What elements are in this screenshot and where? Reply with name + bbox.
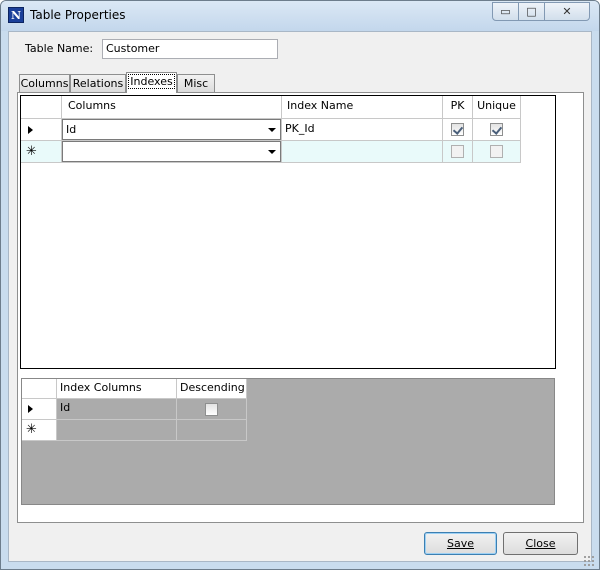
table-name-input[interactable]: Customer bbox=[102, 39, 278, 59]
row-header-corner bbox=[21, 96, 62, 119]
table-cell-unique[interactable] bbox=[473, 141, 521, 163]
column-header-pk[interactable]: PK bbox=[443, 96, 473, 119]
column-header-columns[interactable]: Columns bbox=[62, 96, 282, 119]
current-row-arrow-icon bbox=[28, 405, 33, 413]
save-button-label: Save bbox=[446, 537, 474, 550]
column-header-descending[interactable]: Descending bbox=[177, 379, 247, 399]
close-button-label: Close bbox=[525, 537, 556, 550]
tab-indexes[interactable]: Indexes bbox=[126, 72, 177, 93]
descending-checkbox[interactable] bbox=[205, 403, 218, 416]
table-cell-unique[interactable] bbox=[473, 119, 521, 141]
new-row-icon: ✳ bbox=[26, 144, 37, 159]
table-properties-window: N Table Properties ▭ □ ✕ Table Name: Cus… bbox=[0, 0, 600, 570]
tab-relations[interactable]: Relations bbox=[70, 74, 126, 92]
close-button[interactable]: Close bbox=[503, 532, 578, 555]
table-cell-index-column[interactable] bbox=[57, 420, 177, 441]
unique-checkbox[interactable] bbox=[490, 145, 503, 158]
minimize-button[interactable]: ▭ bbox=[492, 2, 519, 21]
tab-indexes-label: Indexes bbox=[128, 74, 175, 89]
column-header-index-columns[interactable]: Index Columns bbox=[57, 379, 177, 399]
save-button[interactable]: Save bbox=[424, 532, 497, 555]
column-header-index-name[interactable]: Index Name bbox=[282, 96, 443, 119]
row-header-corner bbox=[22, 379, 57, 399]
table-cell-descending[interactable] bbox=[177, 420, 247, 441]
row-header[interactable]: ✳ bbox=[21, 141, 62, 163]
table-cell-pk[interactable] bbox=[443, 141, 473, 163]
dialog-client-area: Table Name: Customer Columns Relations I… bbox=[8, 31, 592, 562]
row-header[interactable] bbox=[22, 399, 57, 420]
title-bar[interactable]: N Table Properties ▭ □ ✕ bbox=[1, 1, 599, 31]
new-row-icon: ✳ bbox=[26, 422, 37, 437]
current-row-arrow-icon bbox=[28, 126, 33, 134]
columns-combobox[interactable]: Id bbox=[62, 119, 281, 140]
maximize-button[interactable]: □ bbox=[518, 2, 545, 21]
table-cell-index-name[interactable] bbox=[282, 141, 443, 163]
pk-checkbox[interactable] bbox=[451, 123, 464, 136]
tab-misc[interactable]: Misc bbox=[177, 74, 215, 92]
table-cell-descending[interactable] bbox=[177, 399, 247, 420]
chevron-down-icon[interactable] bbox=[268, 128, 276, 132]
table-cell-index-name[interactable]: PK_Id bbox=[282, 119, 443, 141]
table-cell-index-column[interactable]: Id bbox=[57, 399, 177, 420]
column-header-unique[interactable]: Unique bbox=[473, 96, 521, 119]
row-header[interactable]: ✳ bbox=[22, 420, 57, 441]
table-cell-column[interactable] bbox=[62, 141, 282, 163]
minimize-icon: ▭ bbox=[500, 5, 511, 18]
close-window-button[interactable]: ✕ bbox=[544, 2, 590, 21]
columns-combobox[interactable] bbox=[62, 141, 281, 162]
table-cell-pk[interactable] bbox=[443, 119, 473, 141]
table-name-label: Table Name: bbox=[25, 42, 94, 55]
combobox-value: Id bbox=[66, 123, 77, 136]
maximize-icon: □ bbox=[526, 5, 537, 18]
resize-grip[interactable] bbox=[583, 555, 595, 567]
row-header[interactable] bbox=[21, 119, 62, 141]
window-title: Table Properties bbox=[30, 8, 126, 22]
app-icon: N bbox=[8, 7, 24, 23]
chevron-down-icon[interactable] bbox=[268, 150, 276, 154]
index-columns-grid[interactable]: Index Columns Descending Id ✳ bbox=[21, 378, 555, 505]
indexes-grid[interactable]: Columns Index Name PK Unique Id PK_Id ✳ bbox=[20, 95, 556, 369]
table-cell-column[interactable]: Id bbox=[62, 119, 282, 141]
tab-columns[interactable]: Columns bbox=[19, 74, 70, 92]
close-icon: ✕ bbox=[562, 5, 572, 18]
unique-checkbox[interactable] bbox=[490, 123, 503, 136]
pk-checkbox[interactable] bbox=[451, 145, 464, 158]
